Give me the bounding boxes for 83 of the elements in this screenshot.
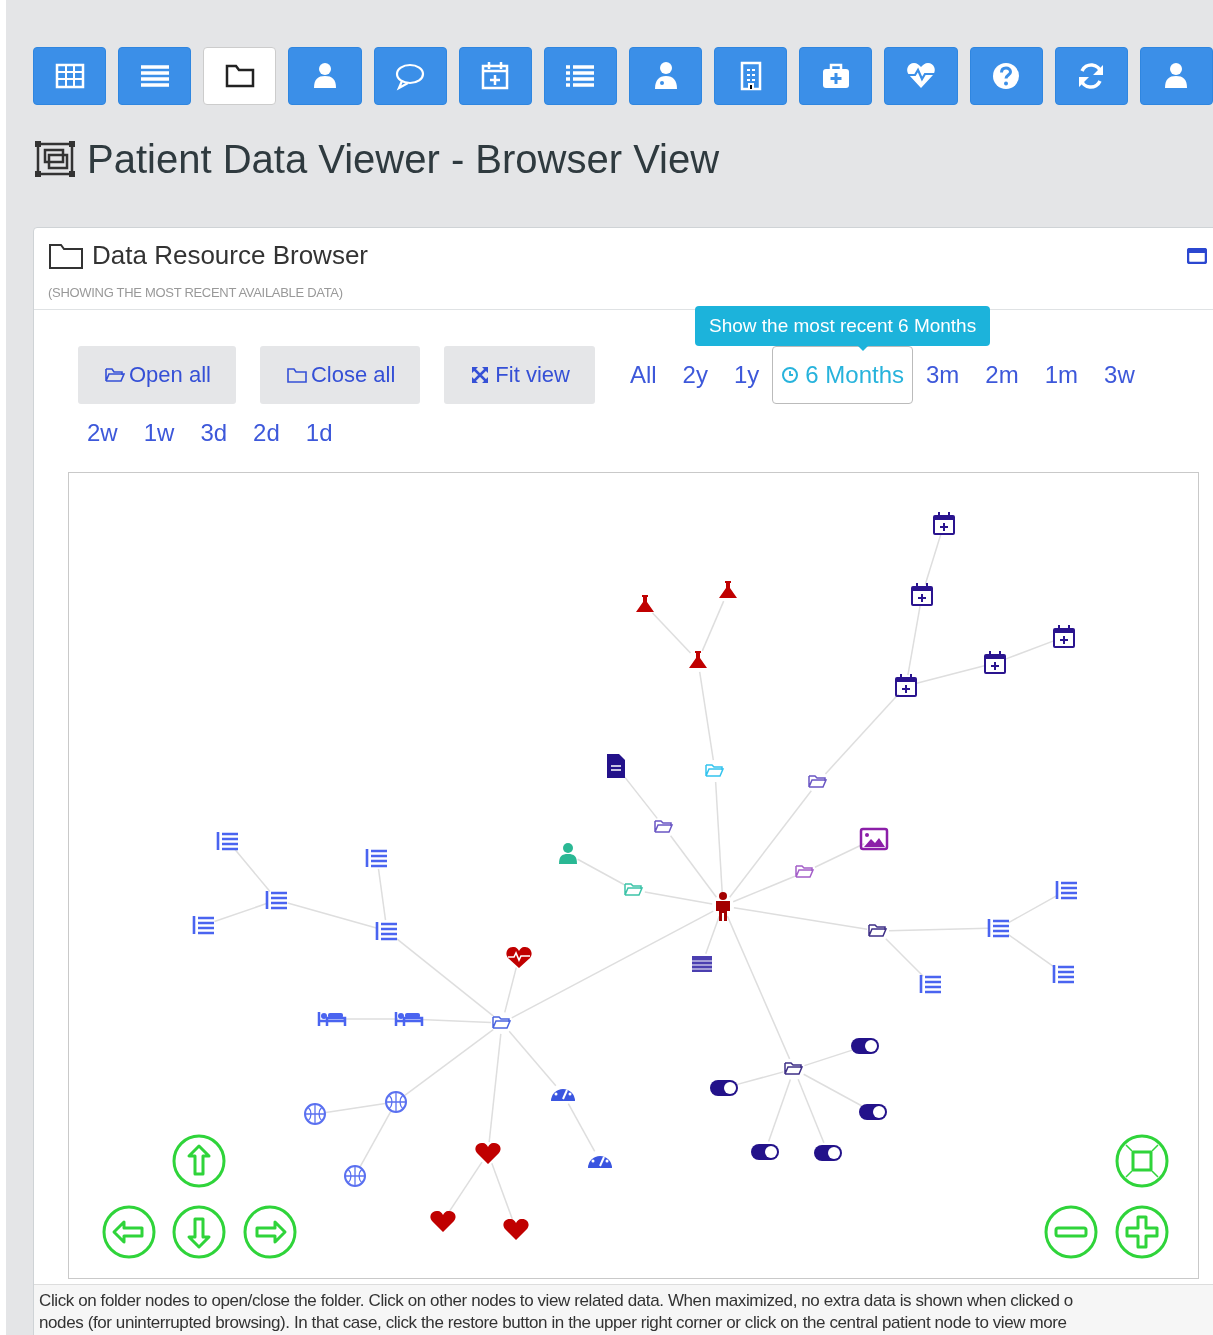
calendar-plus-icon[interactable] <box>1053 623 1075 648</box>
list-icon[interactable] <box>1052 963 1076 984</box>
time-range-link[interactable]: 1w <box>130 403 188 462</box>
graph-edge <box>567 1102 596 1152</box>
heart-icon[interactable] <box>503 1218 529 1240</box>
graph-edge <box>701 599 725 652</box>
open-button[interactable]: Open all <box>78 345 236 404</box>
graph-edge <box>1007 933 1056 968</box>
time-range-link[interactable]: All <box>616 345 670 404</box>
time-range-link[interactable]: 1m <box>1031 345 1092 404</box>
time-range-link[interactable]: 2d <box>240 403 293 462</box>
screen-frame-icon <box>35 141 75 177</box>
time-range-link[interactable]: 2y <box>669 345 721 404</box>
fit-button[interactable]: Fit view <box>444 345 595 404</box>
list-icon[interactable] <box>919 973 943 994</box>
graph-edge <box>576 858 626 885</box>
folder-icon[interactable] <box>784 1061 804 1075</box>
clock-icon <box>781 365 800 384</box>
ball-icon[interactable] <box>385 1090 407 1113</box>
time-range-link[interactable]: 2w <box>74 403 131 462</box>
person-icon[interactable] <box>716 891 730 921</box>
graph-edge <box>491 1162 513 1219</box>
toggle-icon[interactable] <box>751 1143 779 1160</box>
toggle-icon[interactable] <box>851 1037 879 1054</box>
list-icon[interactable] <box>265 889 289 910</box>
flask-icon[interactable] <box>719 580 737 598</box>
help-text: nodes (for uninterrupted browsing). In that case, click the restore button in the upper right corner or click on the central patient node to view more <box>39 1311 1068 1334</box>
heart-icon[interactable] <box>475 1142 501 1164</box>
calendar-plus-icon[interactable] <box>984 649 1006 674</box>
bed-icon[interactable] <box>317 1010 347 1027</box>
list-icon[interactable] <box>987 917 1011 938</box>
calendar-plus-icon[interactable] <box>911 581 933 606</box>
ball-icon[interactable] <box>344 1164 366 1187</box>
folder-icon[interactable] <box>868 923 888 937</box>
folder-icon[interactable] <box>492 1015 512 1029</box>
flask-icon[interactable] <box>636 594 654 612</box>
panel-title: Data Resource Browser <box>92 239 368 272</box>
tooltip-pointer <box>856 343 870 351</box>
maximize-icon[interactable] <box>1187 248 1207 264</box>
toggle-icon[interactable] <box>814 1144 842 1161</box>
graph-edge <box>651 611 692 654</box>
panel-subtitle: (SHOWING THE MOST RECENT AVAILABLE DATA) <box>48 284 344 302</box>
time-range-link[interactable]: 3w <box>1091 345 1148 404</box>
toggle-icon[interactable] <box>859 1103 887 1120</box>
folder-icon <box>48 241 84 270</box>
graph-edge <box>1007 894 1059 923</box>
close-button[interactable]: Close all <box>259 345 421 404</box>
heart-icon[interactable] <box>430 1210 456 1232</box>
time-range-link[interactable]: 3m <box>913 345 973 404</box>
list-icon[interactable] <box>365 847 389 868</box>
tooltip: Show the most recent 6 Months <box>695 305 991 346</box>
document-icon[interactable] <box>607 753 625 778</box>
folder-icon[interactable] <box>808 774 828 788</box>
time-range-link[interactable]: 1d <box>292 403 346 462</box>
bed-icon[interactable] <box>394 1010 424 1027</box>
list-icon[interactable] <box>375 920 399 941</box>
time-range-link[interactable]: 2m <box>972 345 1032 404</box>
flask-icon[interactable] <box>689 650 707 668</box>
calendar-plus-icon[interactable] <box>933 510 955 535</box>
graph-edge <box>508 1030 557 1086</box>
image-icon[interactable] <box>859 827 889 850</box>
doctor-icon[interactable] <box>559 842 577 864</box>
time-range-link[interactable]: 1y <box>720 345 773 404</box>
folder-icon[interactable] <box>654 819 674 833</box>
graph-edge <box>924 533 942 585</box>
time-range-link[interactable]: 3d <box>187 403 241 462</box>
graph-edge <box>1004 639 1055 660</box>
table-icon[interactable] <box>691 955 713 972</box>
page-title: Patient Data Viewer - Browser View <box>87 136 720 183</box>
help-text: Click on folder nodes to open/close the folder. Click on other nodes to view related data. When maximized, no extra data is shown when clicked o <box>39 1289 1074 1312</box>
graph-edge <box>885 937 924 977</box>
graph-edge <box>448 1160 483 1213</box>
graph-edge <box>213 902 268 922</box>
list-icon[interactable] <box>1055 879 1079 900</box>
list-icon[interactable] <box>192 914 216 935</box>
graph-edge <box>803 1048 856 1066</box>
toolbar-button[interactable] <box>203 47 277 105</box>
ball-icon[interactable] <box>304 1102 326 1125</box>
toggle-icon[interactable] <box>710 1079 738 1096</box>
heartbeat-icon[interactable] <box>506 946 532 968</box>
graph-edge <box>234 848 271 892</box>
list-icon[interactable] <box>216 830 240 851</box>
calendar-plus-icon[interactable] <box>895 672 917 697</box>
